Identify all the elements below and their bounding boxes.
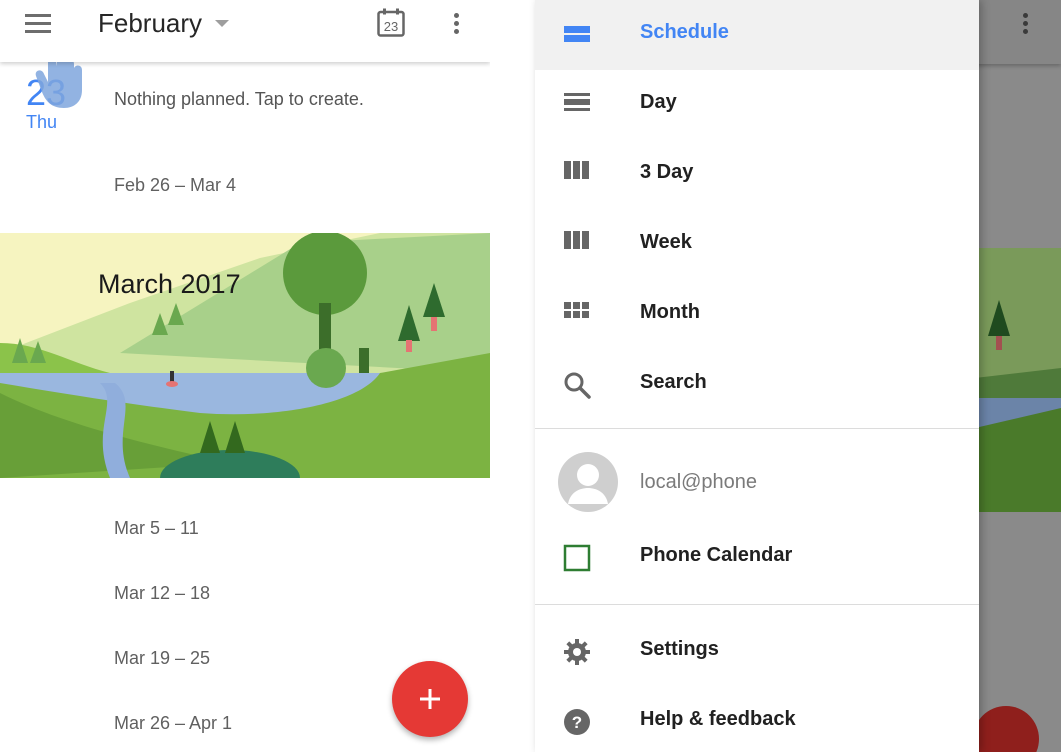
- calendar-item-label: Phone Calendar: [640, 544, 793, 566]
- checkbox-icon[interactable]: [563, 544, 591, 572]
- week-range-label[interactable]: Mar 26 – Apr 1: [114, 713, 232, 734]
- dimmed-banner-illustration: [975, 248, 1061, 512]
- week-view-icon: [564, 231, 589, 249]
- app-bar: February 23: [0, 0, 490, 62]
- gear-icon: [564, 639, 590, 665]
- drawer-item-label: Search: [640, 371, 707, 393]
- calendar-schedule-panel: February 23 23 Thu Nothing planned. Tap …: [0, 0, 490, 752]
- help-icon: ?: [564, 709, 590, 735]
- today-calendar-icon[interactable]: 23: [377, 8, 405, 37]
- drawer-divider: [535, 428, 979, 429]
- day-view-icon: [564, 93, 590, 111]
- today-icon-day: 23: [384, 19, 398, 34]
- drawer-item-label: Settings: [640, 638, 719, 660]
- account-email: local@phone: [640, 471, 758, 493]
- drawer-item-label: Schedule: [640, 21, 729, 43]
- drawer-item-label: Month: [640, 301, 700, 323]
- drawer-item-label: Help & feedback: [640, 708, 796, 730]
- drawer-item-help-feedback[interactable]: ? Help & feedback: [535, 687, 979, 752]
- month-dropdown-caret-icon[interactable]: [215, 20, 229, 27]
- month-banner-illustration: March 2017: [0, 233, 490, 478]
- svg-text:?: ?: [572, 713, 582, 732]
- drawer-item-label: Week: [640, 231, 692, 253]
- week-range-label[interactable]: Mar 12 – 18: [114, 583, 210, 604]
- week-range-label[interactable]: Mar 19 – 25: [114, 648, 210, 669]
- drawer-item-day[interactable]: Day: [535, 70, 979, 140]
- drawer-item-three-day[interactable]: 3 Day: [535, 140, 979, 210]
- drawer-item-month[interactable]: Month: [535, 280, 979, 350]
- search-icon: [564, 372, 591, 399]
- more-options-icon: [1016, 10, 1036, 38]
- drawer-item-schedule[interactable]: Schedule: [535, 0, 979, 70]
- menu-icon[interactable]: [25, 14, 51, 34]
- three-day-view-icon: [564, 161, 589, 179]
- banner-month-title: March 2017: [98, 269, 241, 299]
- screen: February 23 23 Thu Nothing planned. Tap …: [0, 0, 1061, 752]
- drawer-item-week[interactable]: Week: [535, 210, 979, 280]
- schedule-view-icon: [564, 26, 590, 42]
- create-event-button[interactable]: [392, 661, 468, 737]
- week-range-label[interactable]: Mar 5 – 11: [114, 518, 199, 539]
- drawer-divider: [535, 604, 979, 605]
- week-range-label[interactable]: Feb 26 – Mar 4: [114, 175, 236, 196]
- month-view-icon: [564, 302, 589, 318]
- drawer-item-label: 3 Day: [640, 161, 694, 183]
- navigation-drawer: Schedule Day 3 Day Week Month Search loc…: [535, 0, 979, 752]
- drawer-item-search[interactable]: Search: [535, 350, 979, 420]
- avatar: [558, 452, 618, 512]
- calendar-item-phone-calendar[interactable]: Phone Calendar: [535, 523, 979, 593]
- today-day-name: Thu: [26, 112, 58, 132]
- more-options-icon[interactable]: [447, 10, 467, 38]
- plus-icon: [420, 689, 440, 709]
- dimmed-create-event-button: [973, 706, 1039, 752]
- drawer-item-label: Day: [640, 91, 677, 113]
- empty-day-prompt[interactable]: Nothing planned. Tap to create.: [114, 89, 364, 110]
- drawer-item-settings[interactable]: Settings: [535, 617, 979, 687]
- month-title[interactable]: February: [98, 8, 202, 39]
